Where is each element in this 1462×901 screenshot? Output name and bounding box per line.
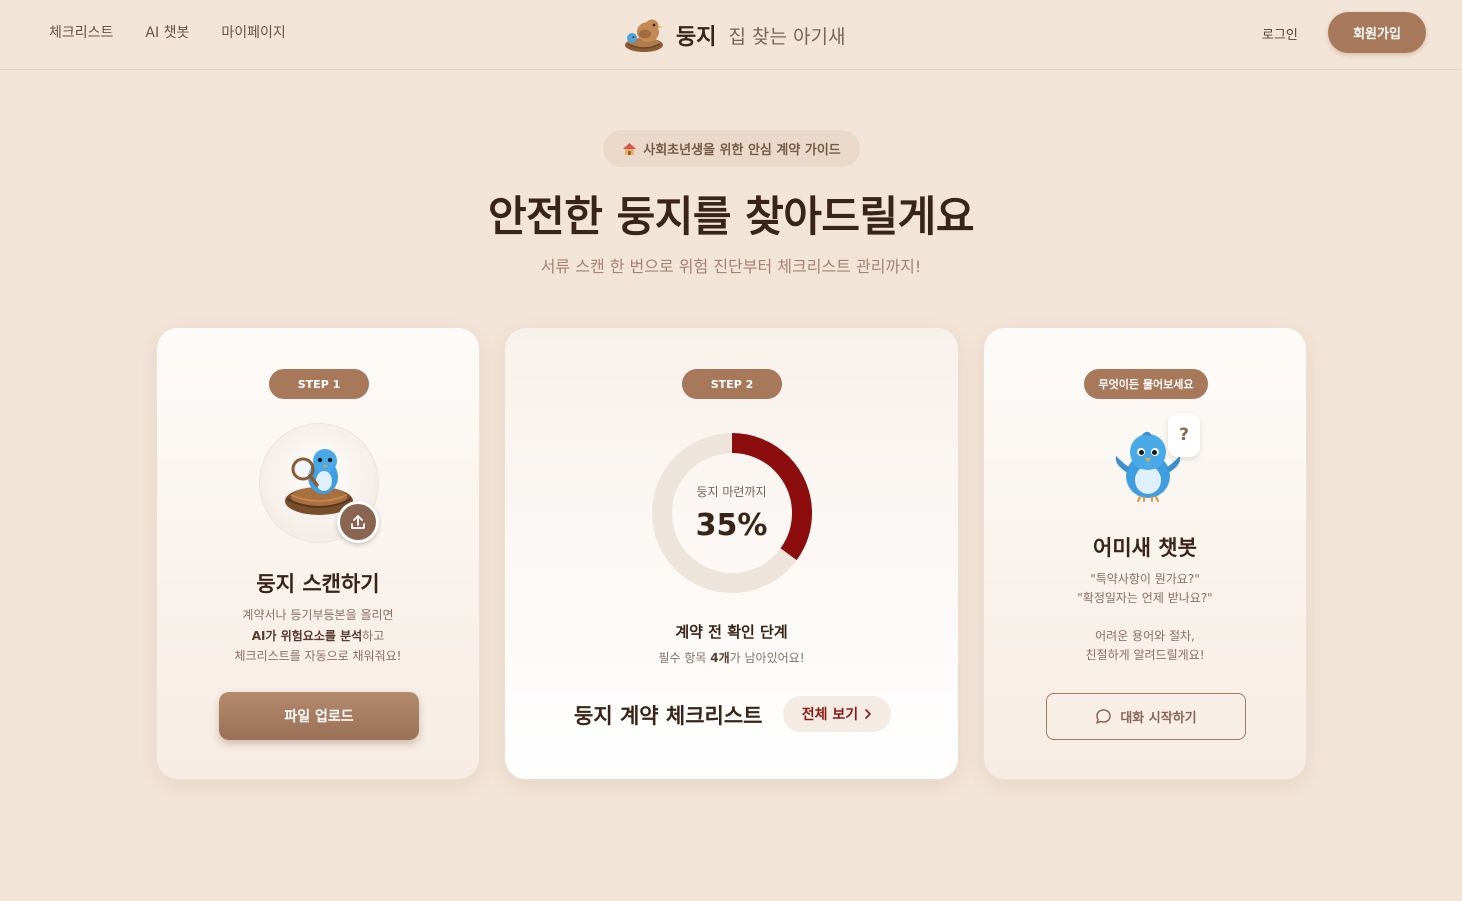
stage-subtitle: 필수 항목 4개가 남아있어요!: [505, 649, 958, 666]
scan-desc-line-1: 계약서나 등기부등본을 올리면: [242, 608, 394, 622]
chatbot-quote-1: "특약사항이 뭔가요?": [1090, 572, 1200, 586]
remaining-count: 4개: [710, 651, 730, 665]
login-link[interactable]: 로그인: [1262, 24, 1298, 43]
chatbot-quote-2: "확정일자는 언제 받나요?": [1077, 591, 1213, 605]
chatbot-desc-line-4: 친절하게 알려드릴게요!: [1085, 648, 1205, 662]
hero-subtitle: 서류 스캔 한 번으로 위험 진단부터 체크리스트 관리까지!: [540, 257, 922, 276]
nav-item-checklist[interactable]: 체크리스트: [49, 22, 113, 42]
scan-desc-line-2-rest: 하고: [362, 628, 385, 643]
upload-icon-button[interactable]: [337, 501, 379, 543]
nav-item-mypage[interactable]: 마이페이지: [221, 22, 285, 42]
file-upload-button[interactable]: 파일 업로드: [219, 692, 419, 740]
view-all-button[interactable]: 전체 보기: [783, 696, 891, 732]
brand-logo-link[interactable]: 둥지 집 찾는 아기새: [622, 16, 845, 54]
start-chat-label: 대화 시작하기: [1120, 711, 1197, 726]
main-nav: 체크리스트 AI 챗봇 마이페이지: [49, 22, 286, 42]
progress-percent: 35%: [695, 508, 768, 543]
ask-anything-badge: 무엇이든 물어보세요: [1084, 369, 1208, 399]
top-header: 체크리스트 AI 챗봇 마이페이지 둥지 집 찾는 아기새 로그인 회원가입: [0, 0, 1462, 70]
signup-button[interactable]: 회원가입: [1328, 12, 1426, 53]
chatbot-card-title: 어미새 챗봇: [1093, 536, 1197, 560]
brand-tagline: 집 찾는 아기새: [728, 25, 846, 48]
hero-badge: 사회초년생을 위한 안심 계약 가이드: [603, 130, 860, 167]
scan-card-title: 둥지 스캔하기: [256, 572, 380, 596]
chatbot-desc-line-3: 어려운 용어와 절차,: [1095, 629, 1195, 643]
nav-item-ai-chatbot[interactable]: AI 챗봇: [145, 22, 189, 42]
house-icon: [623, 142, 637, 155]
chatbot-card-description: "특약사항이 뭔가요?" "확정일자는 언제 받나요?" 어려운 용어와 절차,…: [984, 570, 1306, 665]
view-all-label: 전체 보기: [801, 707, 859, 723]
stage-title: 계약 전 확인 단계: [675, 623, 788, 641]
step-badge: STEP 1: [269, 369, 369, 399]
hero-title: 안전한 둥지를 찾아드릴게요: [488, 192, 974, 241]
chat-bubble-icon: [1096, 709, 1112, 724]
start-chat-button[interactable]: 대화 시작하기: [1046, 693, 1246, 740]
donut-label: 둥지 마련까지: [696, 485, 767, 499]
scan-card-description: 계약서나 등기부등본을 올리면 AI가 위험요소를 분석하고 체크리스트를 자동…: [157, 605, 479, 667]
chatbot-card: 무엇이든 물어보세요 ? 어미새 챗봇 "특약사항이 뭔가요?" "확정일자는 …: [983, 327, 1307, 780]
stage-sub-post: 가 남아있어요!: [729, 651, 805, 665]
scan-desc-line-3: 체크리스트를 자동으로 채워줘요!: [234, 649, 402, 663]
step-badge: STEP 2: [682, 369, 782, 399]
stage-sub-pre: 필수 항목: [658, 651, 711, 665]
chevron-right-icon: [865, 709, 872, 719]
upload-icon: [351, 515, 365, 529]
checklist-title: 둥지 계약 체크리스트: [574, 704, 763, 728]
scan-card: STEP 1 둥지 스캔하기 계약서나 등기부등본을 올리면 AI가 위험요소를…: [156, 327, 480, 780]
scan-desc-highlight: AI가 위험요소를 분석: [251, 628, 363, 643]
question-bubble: ?: [1168, 413, 1200, 457]
brand-name: 둥지: [676, 25, 717, 50]
scan-desc-line-2: AI가 위험요소를 분석하고: [157, 626, 479, 647]
bird-nest-logo-icon: [625, 19, 663, 52]
progress-card: STEP 2 둥지 마련까지 35% 계약 전 확인 단계 필수 항목 4개가 …: [504, 327, 959, 780]
hero-badge-text: 사회초년생을 위한 안심 계약 가이드: [643, 143, 841, 158]
